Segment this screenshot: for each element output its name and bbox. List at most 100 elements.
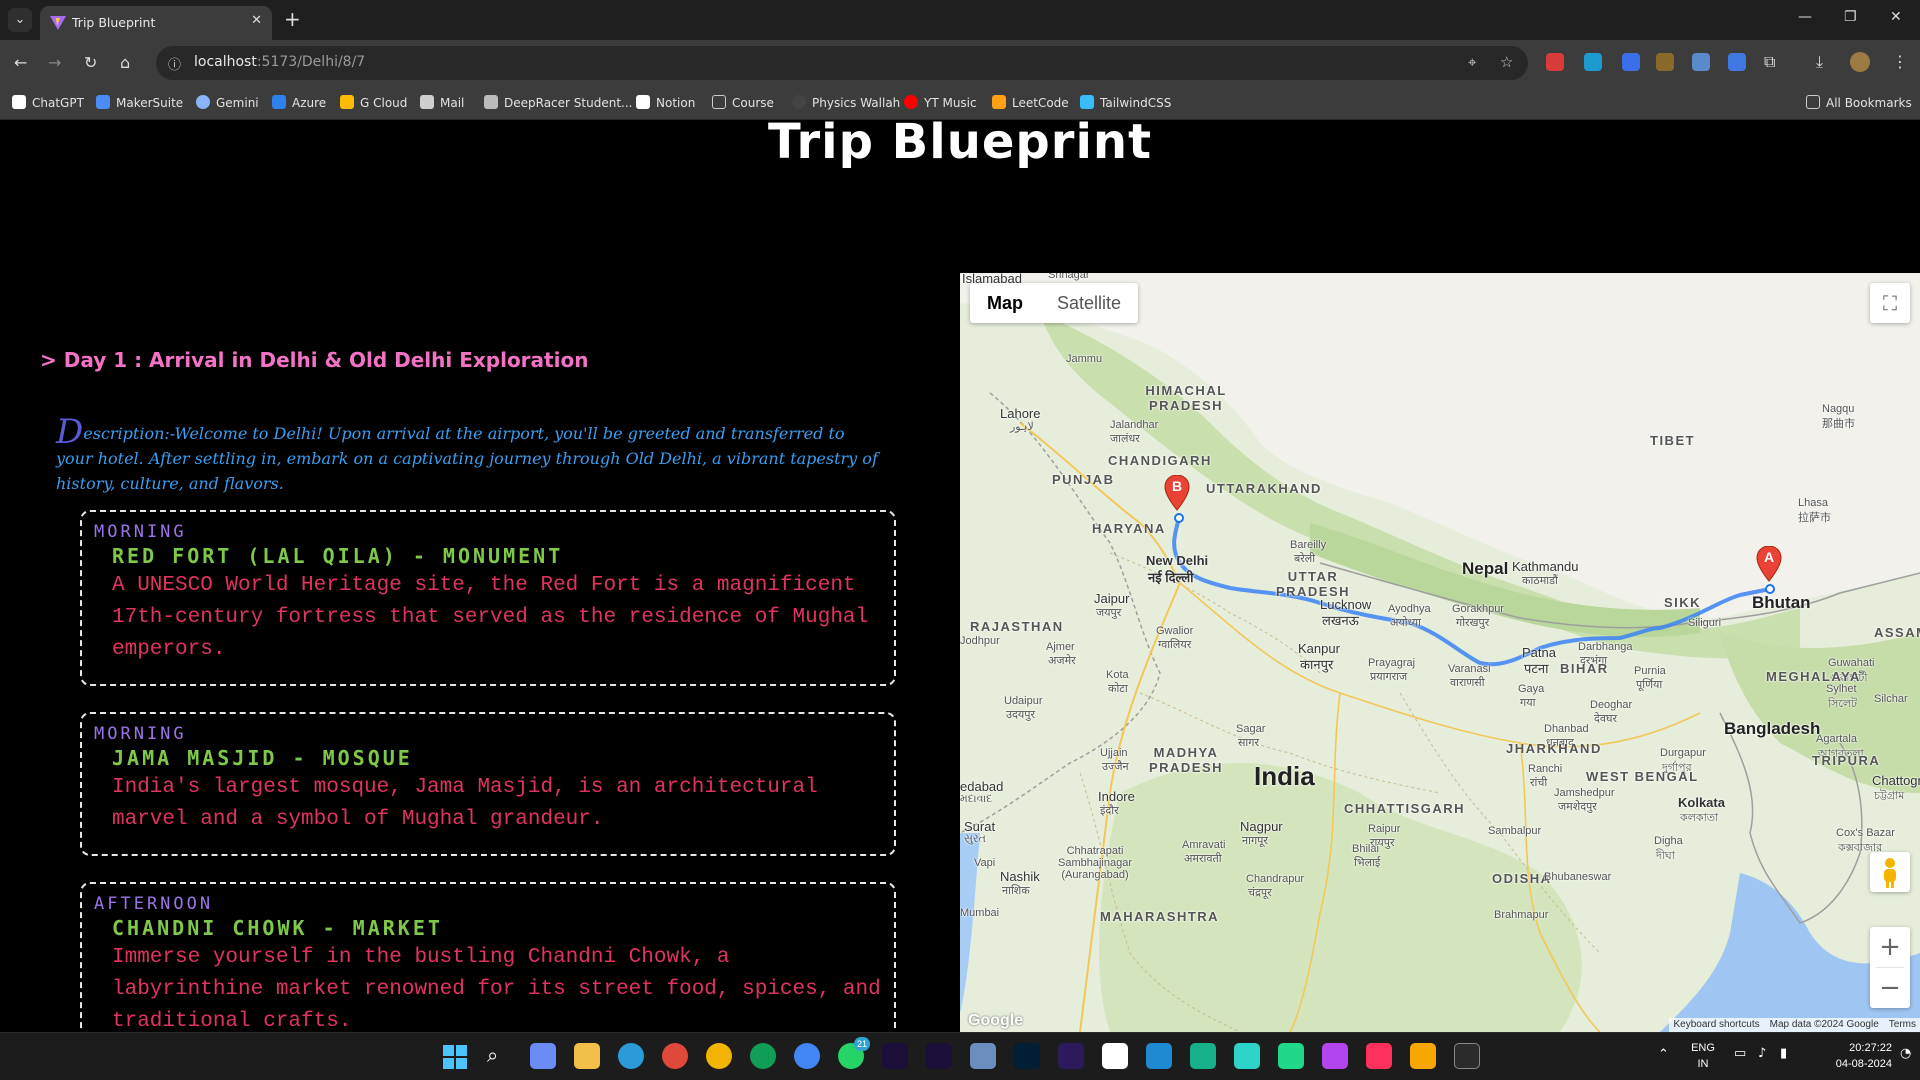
day-description: Description:-Welcome to Delhi! Upon arri… — [56, 415, 886, 496]
edge-icon[interactable] — [618, 1043, 644, 1069]
zoom-in-button[interactable]: + — [1870, 927, 1910, 967]
zoom-out-button[interactable]: − — [1870, 968, 1910, 1008]
vscode-insiders-icon[interactable] — [1190, 1043, 1216, 1069]
reload-icon[interactable]: ↻ — [84, 53, 97, 72]
copilot-icon[interactable] — [530, 1043, 556, 1069]
translate-extension-icon[interactable] — [1728, 53, 1746, 71]
gcloud-icon — [340, 95, 354, 109]
new-tab-button[interactable]: + — [284, 8, 301, 30]
bookmark-deepracer[interactable]: DeepRacer Student... — [484, 95, 632, 110]
bookmark-star-icon[interactable]: ☆ — [1500, 53, 1513, 71]
photoshop-icon[interactable] — [1014, 1043, 1040, 1069]
chrome-icon[interactable] — [750, 1043, 776, 1069]
notification-bell-icon[interactable]: ◔ — [1900, 1046, 1911, 1061]
search-icon[interactable]: ⌕ — [487, 1043, 498, 1067]
profile-avatar[interactable] — [1850, 52, 1870, 72]
terms-link[interactable]: Terms — [1889, 1018, 1916, 1032]
bookmark-mail[interactable]: Mail — [420, 95, 464, 110]
fullscreen-icon[interactable]: ⛶ — [1870, 283, 1910, 323]
bookmark-physics-wallah[interactable]: Physics Wallah — [792, 95, 900, 110]
close-window-button[interactable]: ✕ — [1890, 9, 1902, 25]
description-initial: D — [56, 412, 84, 452]
region-indicator[interactable]: IN — [1688, 1058, 1718, 1070]
pycharm-icon[interactable] — [1278, 1043, 1304, 1069]
notion-icon[interactable] — [1102, 1043, 1128, 1069]
clock-time[interactable]: 20:27:22 — [1818, 1042, 1892, 1054]
after-effects-icon[interactable] — [882, 1043, 908, 1069]
phpstorm-icon[interactable] — [1322, 1043, 1348, 1069]
network-icon[interactable]: ▭ — [1734, 1046, 1746, 1061]
map-label-purnia: Purnia — [1634, 665, 1666, 677]
extension-icon[interactable] — [1692, 53, 1710, 71]
windows-start-icon[interactable] — [443, 1045, 467, 1069]
chrome-icon[interactable] — [794, 1043, 820, 1069]
bookmark-yt-music[interactable]: YT Music — [904, 95, 977, 110]
volume-icon[interactable]: ♪ — [1758, 1046, 1766, 1061]
terminal-icon[interactable] — [1454, 1043, 1480, 1069]
marker-b-pin[interactable]: B — [1164, 475, 1190, 511]
map-label-gwalior-sub: ग्वालियर — [1158, 639, 1192, 651]
yt-music-icon — [904, 95, 918, 109]
language-indicator[interactable]: ENG — [1688, 1042, 1718, 1054]
home-icon[interactable]: ⌂ — [120, 53, 130, 72]
extension-icon[interactable] — [1546, 53, 1564, 71]
webstorm-icon[interactable] — [1234, 1043, 1260, 1069]
map-label-gaya-sub: गया — [1520, 697, 1536, 709]
bookmark-gemini[interactable]: Gemini — [196, 95, 259, 110]
app-icon[interactable] — [1410, 1043, 1436, 1069]
extension-icon[interactable] — [1656, 53, 1674, 71]
address-bar[interactable]: ⓘ localhost:5173/Delhi/8/7 ⌖ ☆ — [156, 46, 1528, 80]
pegman-icon — [1884, 858, 1896, 888]
day-title[interactable]: > Day 1 : Arrival in Delhi & Old Delhi E… — [40, 348, 588, 372]
extension-icon[interactable] — [1622, 53, 1640, 71]
battery-icon[interactable]: ▮ — [1780, 1046, 1787, 1061]
map-label-bhilai: Bhilai — [1352, 843, 1379, 855]
active-tab[interactable]: Trip Blueprint ✕ — [40, 6, 272, 40]
marker-a-label: A — [1763, 549, 1775, 565]
extension-icon[interactable] — [1584, 53, 1602, 71]
google-logo[interactable]: Google — [968, 1012, 1023, 1030]
tab-close-icon[interactable]: ✕ — [251, 13, 262, 28]
premiere-icon[interactable] — [926, 1043, 952, 1069]
bookmark-makersuite[interactable]: MakerSuite — [96, 95, 183, 110]
street-view-pegman[interactable] — [1870, 852, 1910, 892]
map-type-map-button[interactable]: Map — [970, 283, 1040, 323]
location-icon[interactable]: ⌖ — [1468, 53, 1476, 71]
chrome-icon[interactable] — [662, 1043, 688, 1069]
marker-a-pin[interactable]: A — [1756, 546, 1782, 582]
intellij-icon[interactable] — [1366, 1043, 1392, 1069]
clock-date[interactable]: 04-08-2024 — [1818, 1058, 1892, 1070]
vscode-icon[interactable] — [1146, 1043, 1172, 1069]
bookmark-notion[interactable]: Notion — [636, 95, 695, 110]
all-bookmarks[interactable]: All Bookmarks — [1806, 95, 1912, 110]
site-info-icon[interactable]: ⓘ — [168, 54, 181, 73]
minimize-button[interactable]: — — [1798, 9, 1812, 25]
tab-search-button[interactable]: ⌄ — [8, 8, 32, 32]
back-icon[interactable]: ← — [14, 53, 27, 72]
bookmark-chatgpt[interactable]: ChatGPT — [12, 95, 84, 110]
download-icon[interactable]: ⤓ — [1816, 52, 1823, 72]
map-label-raipur: Raipur — [1368, 823, 1401, 835]
bookmark-tailwindcss[interactable]: TailwindCSS — [1080, 95, 1171, 110]
map-label-chandigarh: CHANDIGARH — [1108, 453, 1212, 468]
bookmark-leetcode[interactable]: LeetCode — [992, 95, 1069, 110]
forward-icon[interactable]: → — [48, 53, 61, 72]
restore-button[interactable]: ❐ — [1844, 9, 1857, 25]
keyboard-shortcuts-link[interactable]: Keyboard shortcuts — [1673, 1018, 1759, 1032]
media-encoder-icon[interactable] — [1058, 1043, 1084, 1069]
app-icon[interactable] — [970, 1043, 996, 1069]
bookmark-gcloud[interactable]: G Cloud — [340, 95, 407, 110]
url-text[interactable]: localhost:5173/Delhi/8/7 — [194, 54, 365, 70]
tray-chevron-icon[interactable]: ⌃ — [1658, 1047, 1669, 1062]
map-label-kota-sub: कोटा — [1108, 683, 1128, 695]
map-label-ujjain: Ujjain — [1100, 747, 1128, 759]
extensions-puzzle-icon[interactable]: ⧉ — [1764, 52, 1775, 72]
map-type-satellite-button[interactable]: Satellite — [1040, 283, 1138, 323]
route-map[interactable]: B A Islamabad Srinagar Jammu HIMACHAL PR… — [960, 273, 1920, 1032]
chrome-icon[interactable] — [706, 1043, 732, 1069]
bookmark-course[interactable]: Course — [712, 95, 774, 110]
map-label-maharashtra: MAHARASHTRA — [1100, 909, 1220, 924]
menu-kebab-icon[interactable]: ⋮ — [1892, 52, 1908, 71]
file-explorer-icon[interactable] — [574, 1043, 600, 1069]
bookmark-azure[interactable]: Azure — [272, 95, 326, 110]
